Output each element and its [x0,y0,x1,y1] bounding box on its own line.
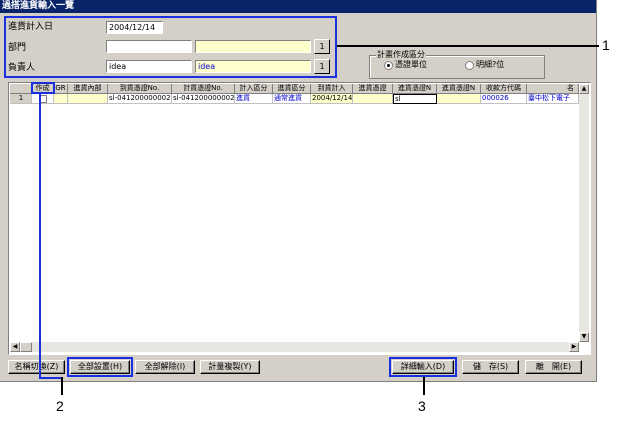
exit-button[interactable]: 離 開(E) [525,360,582,374]
callout-line-2-vertical [39,94,41,379]
radio-detail-unit[interactable] [465,61,474,70]
callout-box-create-column [31,82,55,94]
row-voucher-n1-cell[interactable]: sl [393,94,437,104]
col-header-name[interactable]: 名 [527,84,579,94]
horizontal-scrollbar[interactable]: ◀ ▶ [10,342,579,352]
col-header-plan-no[interactable]: 計貨憑證No. [172,84,235,94]
col-header-voucher-n2[interactable]: 進貨憑證N [437,84,481,94]
callout-number-3: 3 [418,398,426,414]
scroll-thumb[interactable] [20,342,32,352]
callout-box-2 [67,357,133,377]
row-payee-code-cell[interactable]: 000026 [481,94,527,104]
row-arrival-entry-cell[interactable]: 2004/12/14 [311,94,353,104]
callout-line-2-leader [61,377,63,395]
col-header-voucher-n1[interactable]: 進貨憑證N [393,84,437,94]
callout-number-2: 2 [56,398,64,414]
row-header-corner [10,84,32,94]
col-header-internal[interactable]: 進貨內部 [68,84,108,94]
col-header-arrival-entry[interactable]: 到貨計入 [311,84,353,94]
col-header-arrival-no[interactable]: 到貨憑證No. [108,84,172,94]
row-internal-cell[interactable] [68,94,108,104]
row-entry-type-cell[interactable]: 進貨 [235,94,273,104]
scroll-left-icon[interactable]: ◀ [10,342,20,352]
col-header-entry-type[interactable]: 計入區分 [235,84,273,94]
callout-line-1-leader [337,45,599,47]
col-header-purchase-type[interactable]: 進貨區分 [273,84,311,94]
voucher-grid[interactable]: 作成 GR 進貨內部 到貨憑證No. 計貨憑證No. 計入區分 進貨區分 到貨計… [8,82,591,355]
scroll-up-icon[interactable]: ▲ [579,84,589,94]
callout-box-1 [4,16,337,78]
row-name-cell[interactable]: 臺中松下電子 [527,94,579,104]
row-gr-cell[interactable] [54,94,68,104]
row-plan-no-cell[interactable]: sl-041200000002 [172,94,235,104]
callout-line-3-leader [423,377,425,395]
name-switch-button[interactable]: 名稱切換(Z) [8,360,65,374]
scroll-right-icon[interactable]: ▶ [569,342,579,352]
row-purchase-type-cell[interactable]: 通常進貨 [273,94,311,104]
row-arrival-no-cell[interactable]: sl-041200000002 [108,94,172,104]
radio-voucher-unit-label: 憑證單位 [395,60,427,69]
callout-line-2-horizontal [39,377,63,379]
copy-plan-button[interactable]: 計量複製(Y) [200,360,260,374]
vertical-scrollbar[interactable]: ▲ ▼ [579,84,589,342]
callout-number-1: 1 [602,37,610,53]
col-header-purchase-voucher[interactable]: 進貨憑證 [353,84,393,94]
clear-all-button[interactable]: 全部解除(I) [135,360,195,374]
col-header-gr[interactable]: GR [54,84,68,94]
radio-voucher-unit[interactable] [384,61,393,70]
row-purchase-voucher-cell[interactable] [353,94,393,104]
row-index: 1 [10,94,32,104]
scroll-down-icon[interactable]: ▼ [579,332,589,342]
callout-box-3 [389,357,457,377]
col-header-payee-code[interactable]: 收款方代碼 [481,84,527,94]
row-voucher-n2-cell[interactable] [437,94,481,104]
save-button[interactable]: 儲 存(S) [462,360,519,374]
row-create-cell[interactable] [32,94,54,104]
window-title: 過搭進貨輸入一覽 [0,0,596,13]
radio-detail-unit-label: 明細?位 [476,60,505,69]
